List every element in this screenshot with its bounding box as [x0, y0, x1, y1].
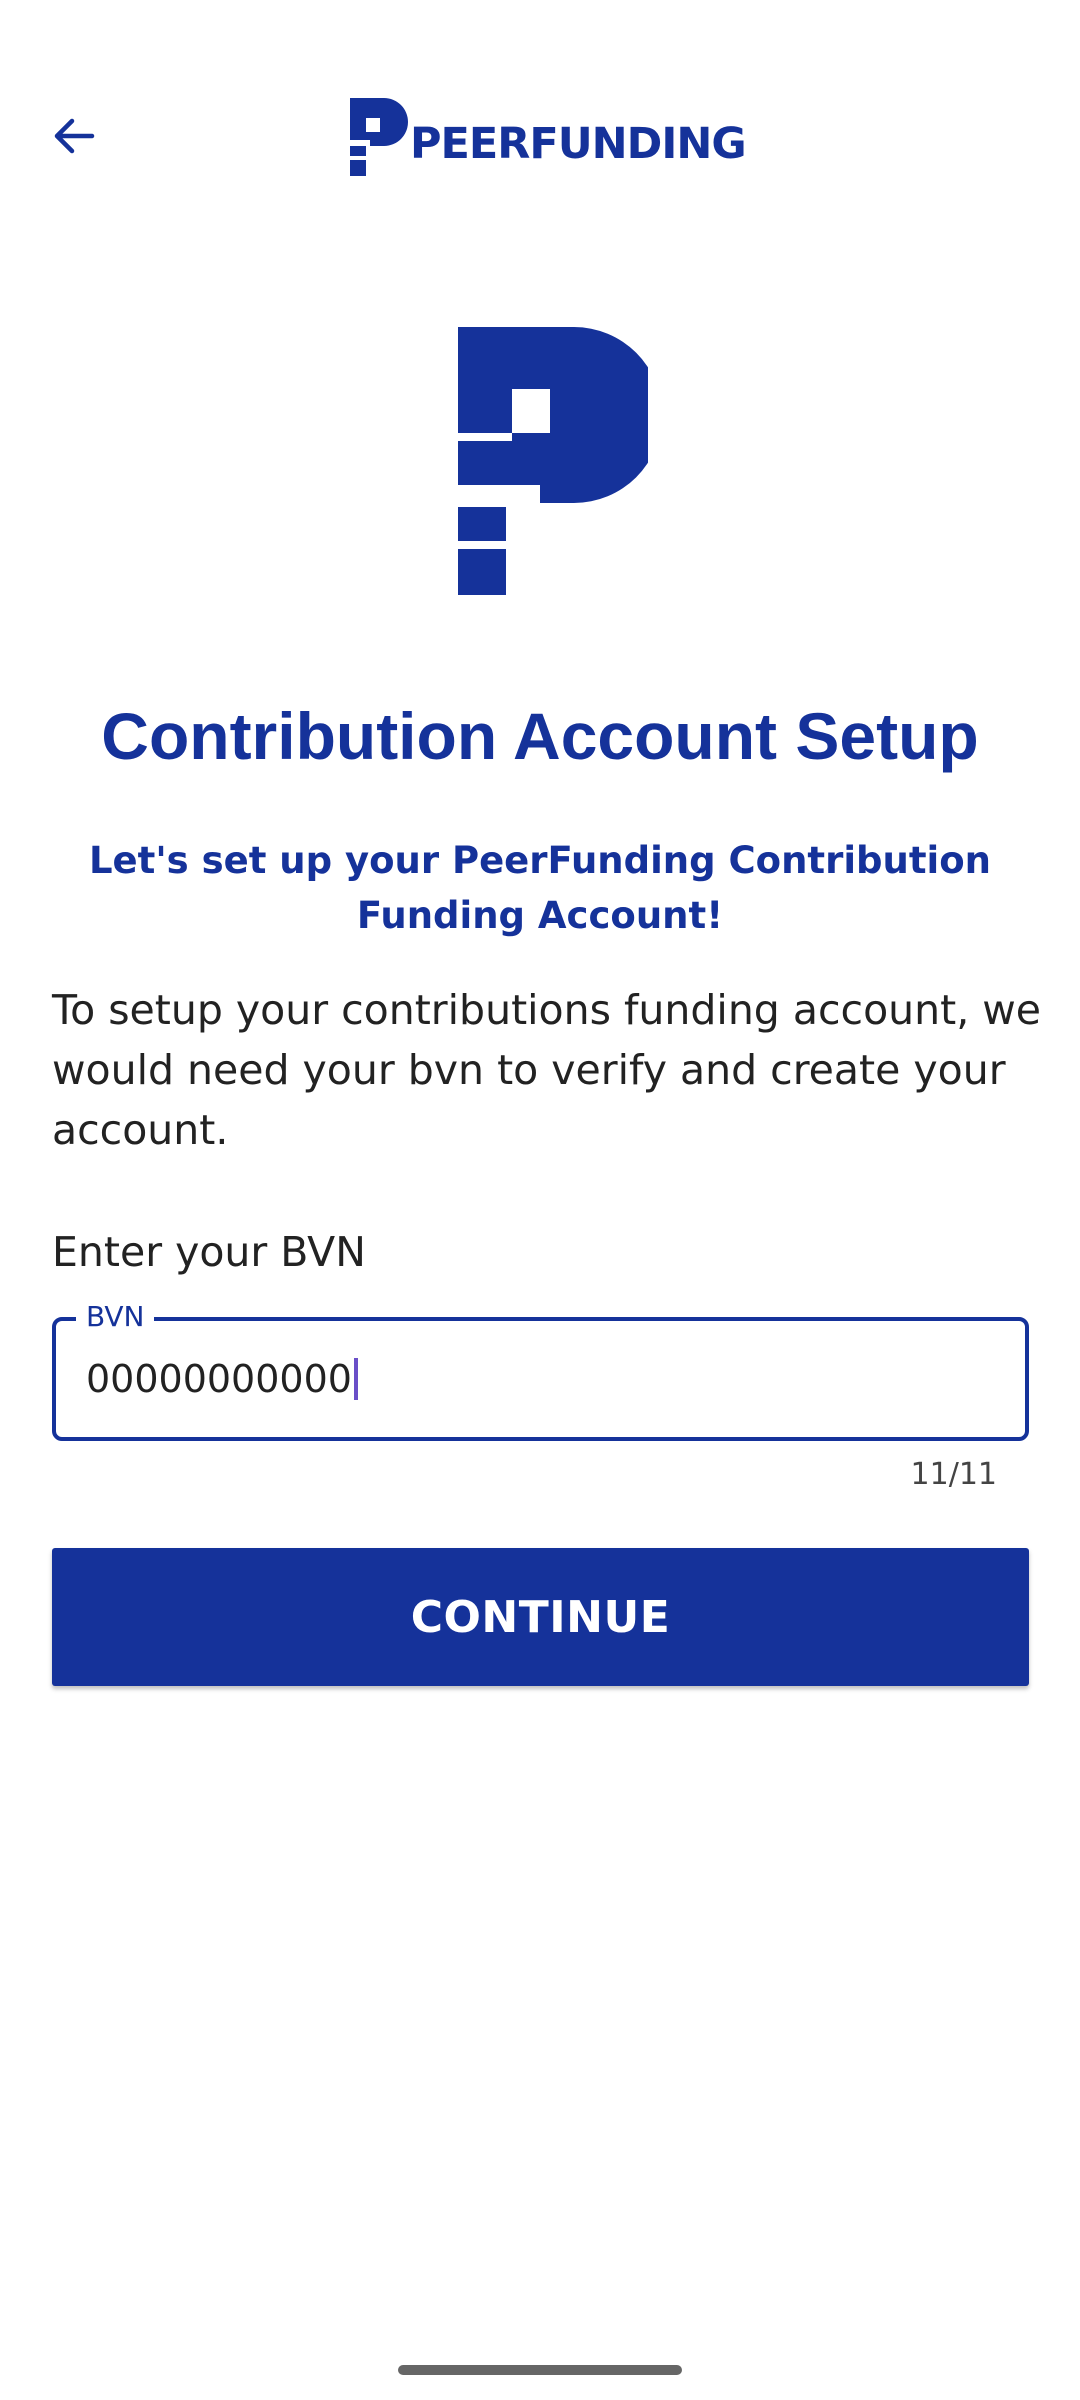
character-counter: 11/11 — [910, 1457, 997, 1492]
header-logo: PEERFUNDING — [346, 96, 747, 178]
arrow-left-icon — [54, 118, 95, 154]
back-button[interactable] — [38, 100, 110, 172]
home-indicator[interactable] — [398, 2365, 682, 2375]
bvn-input-value[interactable]: 00000000000 — [86, 1357, 352, 1401]
bvn-field-caption: Enter your BVN — [52, 1228, 366, 1276]
continue-button[interactable]: CONTINUE — [52, 1548, 1029, 1686]
bvn-input-value-wrap[interactable]: 00000000000 — [86, 1321, 358, 1437]
page-title: Contribution Account Setup — [101, 699, 979, 773]
brand-name: PEERFUNDING — [410, 119, 747, 169]
continue-button-label: CONTINUE — [410, 1591, 671, 1643]
page-subtitle: Let's set up your PeerFunding Contributi… — [88, 839, 992, 937]
setup-description: To setup your contributions funding acco… — [52, 986, 1042, 1154]
peerfunding-logo-icon — [350, 98, 408, 176]
bvn-setup-screen: PEERFUNDING Contribution Account Setup L… — [0, 0, 1080, 2400]
peerfunding-p-logo-icon — [458, 327, 648, 595]
text-caret — [353, 1358, 358, 1400]
bvn-input[interactable]: BVN 00000000000 — [52, 1301, 1029, 1441]
